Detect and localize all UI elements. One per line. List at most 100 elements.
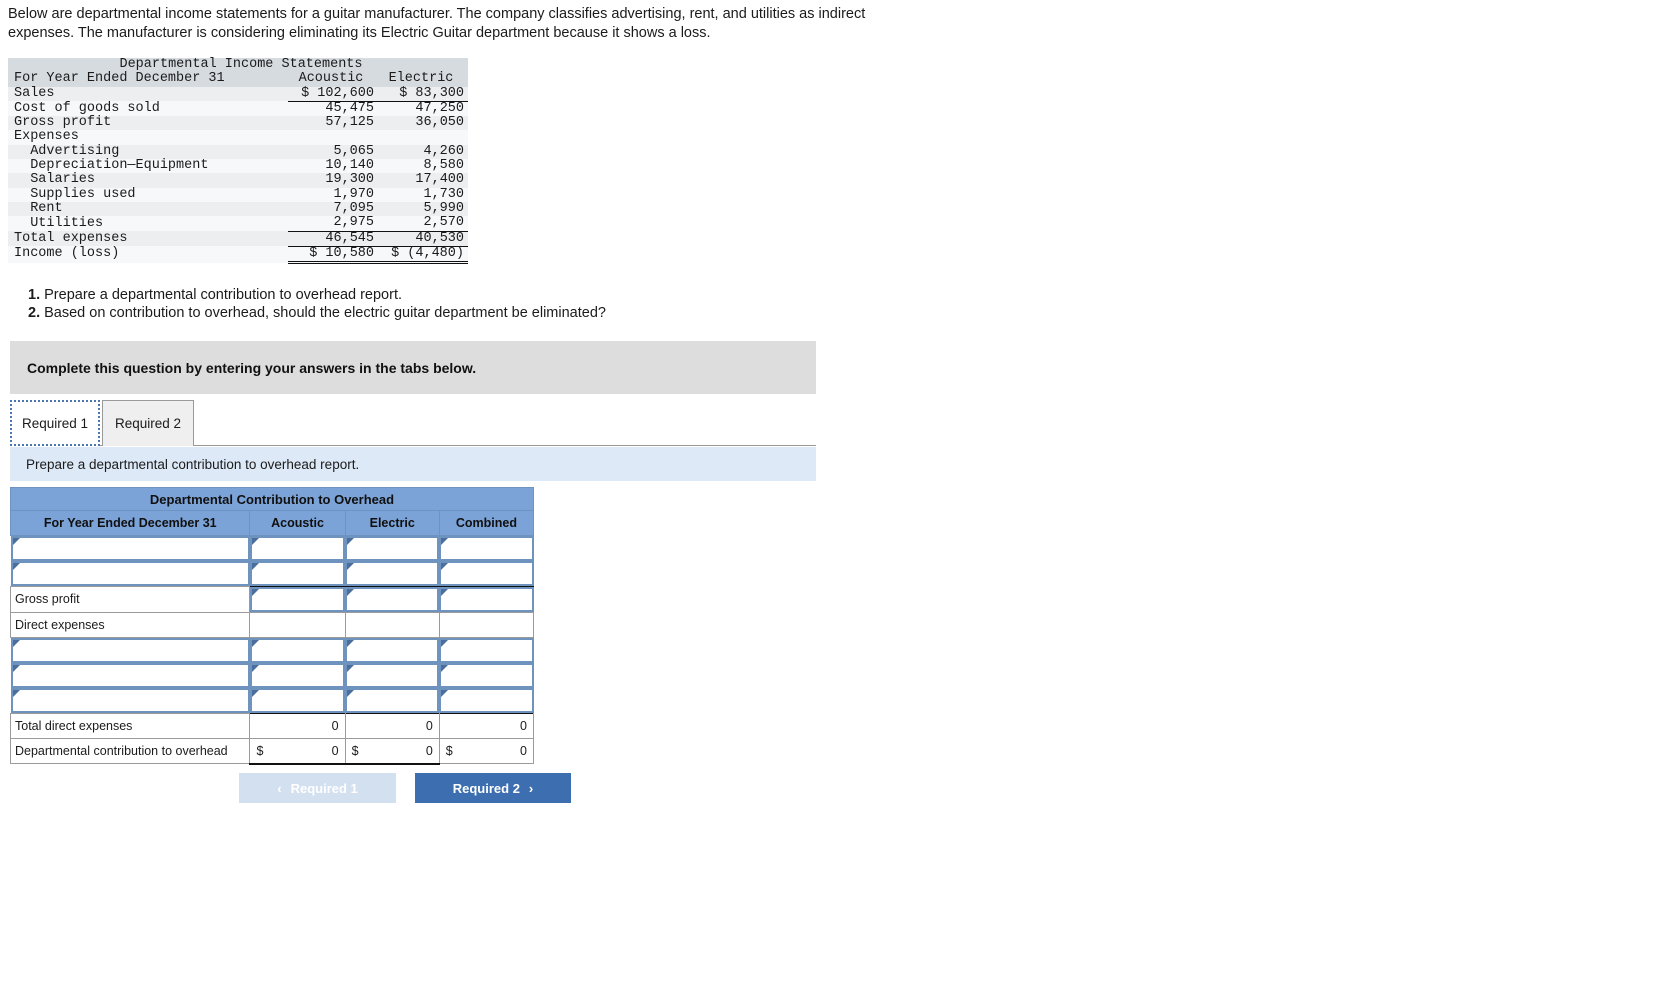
tab-required-2[interactable]: Required 2 [102, 400, 194, 446]
row5-label-input[interactable] [12, 640, 248, 661]
direct-expenses-combined-cell [438, 612, 535, 638]
next-required-2-button[interactable]: Required 2 › [415, 773, 571, 803]
dept-contribution-acoustic-cell: $ 0 [249, 738, 346, 765]
income-statement-table: Departmental Income Statements For Year … [8, 57, 468, 265]
row-value-electric [378, 130, 468, 144]
row7-label-cell [10, 688, 250, 714]
gross-profit-combined-input-wrap[interactable] [439, 587, 534, 612]
table-row [10, 638, 534, 663]
answer-header-combined: Combined [438, 510, 535, 536]
row6-acoustic-input-wrap[interactable] [249, 663, 346, 688]
gross-profit-acoustic-input-wrap[interactable] [250, 587, 346, 612]
row7-label-input[interactable] [12, 690, 248, 711]
row-label: Supplies used [14, 186, 136, 202]
row6-combined-input-wrap[interactable] [439, 663, 534, 688]
row5-electric-input-wrap[interactable] [345, 638, 440, 663]
row6-electric-input[interactable] [347, 665, 438, 686]
row6-combined-input[interactable] [441, 665, 532, 686]
gross-profit-electric-input-wrap[interactable] [345, 587, 440, 612]
prev-required-1-button[interactable]: ‹ Required 1 [239, 773, 396, 803]
row2-acoustic-input[interactable] [251, 563, 344, 584]
dept-contribution-acoustic-value: 0 [331, 743, 339, 758]
table-row: Gross profit 57,125 36,050 [8, 115, 468, 131]
table-row: Rent 7,095 5,990 [8, 200, 468, 217]
dollar-sign-combined: $ [445, 744, 453, 758]
row1-electric-cell [345, 536, 440, 561]
gross-profit-acoustic-cell [249, 586, 346, 613]
row-label: Salaries [14, 172, 96, 188]
row2-electric-input-wrap[interactable] [345, 561, 440, 586]
row7-electric-input[interactable] [347, 690, 438, 711]
row6-label-input[interactable] [12, 665, 248, 686]
row-label: Cost of goods sold [14, 100, 160, 116]
row7-acoustic-cell [249, 688, 346, 714]
row-value-electric: 17,400 [415, 172, 464, 188]
contribution-to-overhead-table: Departmental Contribution to Overhead Fo… [9, 487, 535, 765]
row-label: Utilities [14, 215, 104, 231]
total-direct-expenses-electric-value: 0 [425, 718, 433, 733]
row2-label-input-wrap[interactable] [10, 561, 250, 586]
row6-acoustic-input[interactable] [251, 665, 344, 686]
tab-bar: Required 1 Required 2 [10, 400, 816, 446]
table-row: Expenses [8, 130, 468, 145]
row2-combined-input-wrap[interactable] [439, 561, 534, 586]
answer-header-period: For Year Ended December 31 [9, 510, 251, 536]
row5-acoustic-input[interactable] [251, 640, 344, 661]
row2-acoustic-cell [249, 561, 346, 587]
row2-label-input[interactable] [12, 563, 248, 584]
row6-electric-cell [345, 663, 440, 688]
row7-acoustic-input-wrap[interactable] [249, 688, 346, 713]
row-value-electric: $ (4,480) [378, 245, 468, 265]
row-value-acoustic: 45,475 [288, 100, 378, 117]
row5-acoustic-cell [249, 638, 346, 663]
row2-electric-input[interactable] [347, 563, 438, 584]
requirement-2-text: Based on contribution to overhead, shoul… [44, 304, 606, 321]
row7-label-input-wrap[interactable] [10, 688, 250, 713]
gross-profit-acoustic-input[interactable] [252, 589, 344, 610]
row1-acoustic-input[interactable] [251, 538, 344, 559]
gross-profit-combined-input[interactable] [441, 589, 532, 610]
row5-label-input-wrap[interactable] [10, 638, 250, 663]
row6-combined-cell [439, 663, 534, 688]
row2-combined-cell [439, 561, 534, 587]
row1-combined-input-wrap[interactable] [439, 536, 534, 561]
row1-label-input-wrap[interactable] [10, 536, 250, 561]
dept-contribution-label: Departmental contribution to overhead [15, 743, 228, 758]
table-row: Depreciation—Equipment 10,140 8,580 [8, 158, 468, 174]
row7-combined-input[interactable] [441, 690, 532, 711]
table-row: Direct expenses [9, 612, 535, 638]
row7-combined-input-wrap[interactable] [439, 688, 534, 713]
total-direct-expenses-acoustic-cell: 0 [249, 713, 346, 739]
row1-electric-input[interactable] [347, 538, 438, 559]
row6-electric-input-wrap[interactable] [345, 663, 440, 688]
income-statement-col-acoustic: Acoustic [298, 71, 364, 87]
table-row: Gross profit [9, 586, 534, 613]
income-statement-block: Departmental Income Statements For Year … [8, 57, 468, 265]
row2-acoustic-input-wrap[interactable] [249, 561, 346, 586]
table-row: Departmental contribution to overhead $ … [9, 738, 535, 765]
table-row: Salaries 19,300 17,400 [8, 172, 468, 188]
row1-label-input[interactable] [12, 538, 248, 559]
row7-acoustic-input[interactable] [251, 690, 344, 711]
row5-combined-input[interactable] [441, 640, 532, 661]
total-direct-expenses-acoustic-value: 0 [331, 718, 339, 733]
row-label: Rent [14, 200, 63, 216]
row5-combined-input-wrap[interactable] [439, 638, 534, 663]
gross-profit-electric-input[interactable] [347, 589, 438, 610]
row2-combined-input[interactable] [441, 563, 532, 584]
row-value-acoustic: 10,140 [325, 158, 374, 174]
row1-electric-input-wrap[interactable] [345, 536, 440, 561]
row7-electric-input-wrap[interactable] [345, 688, 440, 713]
total-direct-expenses-combined-value: 0 [520, 718, 527, 733]
income-statement-title-row: Departmental Income Statements [8, 57, 468, 73]
row6-label-input-wrap[interactable] [10, 663, 250, 688]
dept-contribution-label-cell: Departmental contribution to overhead [9, 738, 251, 764]
row5-acoustic-input-wrap[interactable] [249, 638, 346, 663]
row5-electric-input[interactable] [347, 640, 438, 661]
tab-required-1[interactable]: Required 1 [10, 400, 100, 446]
row-value-acoustic: 5,065 [333, 143, 374, 159]
row-value-electric: 47,250 [378, 100, 468, 117]
row1-acoustic-input-wrap[interactable] [249, 536, 346, 561]
row1-combined-input[interactable] [441, 538, 532, 559]
income-statement-col-electric: Electric [388, 71, 454, 87]
